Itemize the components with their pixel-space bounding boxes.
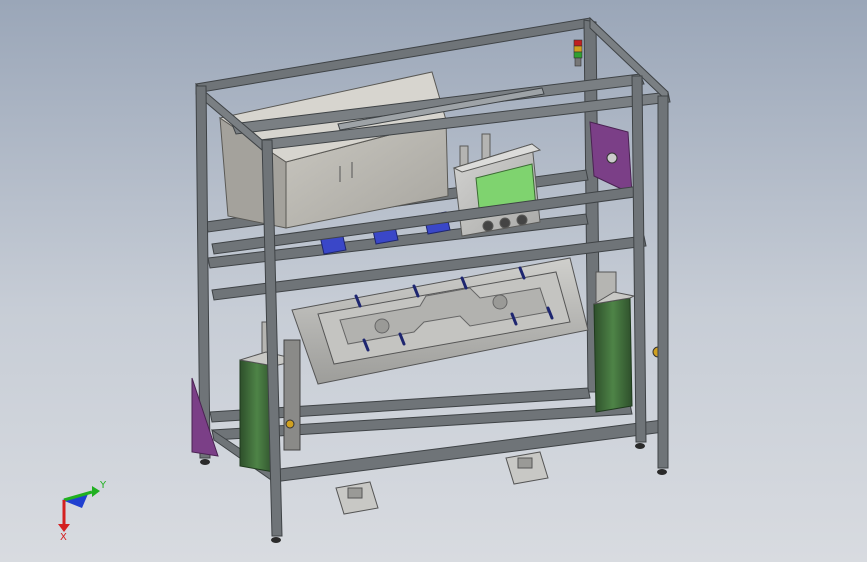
top-cabinet (218, 71, 449, 229)
post-front-right-back (631, 75, 647, 443)
knob-2 (499, 217, 511, 229)
stack-light (573, 39, 583, 67)
assembly-model: X Y (58, 16, 671, 543)
right-actuator (593, 271, 664, 413)
control-box (452, 133, 542, 237)
triad-x-head (58, 524, 70, 532)
gear-rack (283, 339, 301, 451)
triad-x-label: X (60, 532, 67, 543)
coordinate-triad[interactable]: X Y (58, 480, 107, 543)
triad-y-label: Y (99, 480, 107, 491)
knob-3 (516, 214, 528, 226)
knob-1 (482, 220, 494, 232)
right-cylinder (593, 297, 633, 413)
triad-y-head (92, 486, 100, 497)
post-front-right (657, 95, 669, 469)
cad-viewport[interactable]: X Y (0, 0, 867, 562)
